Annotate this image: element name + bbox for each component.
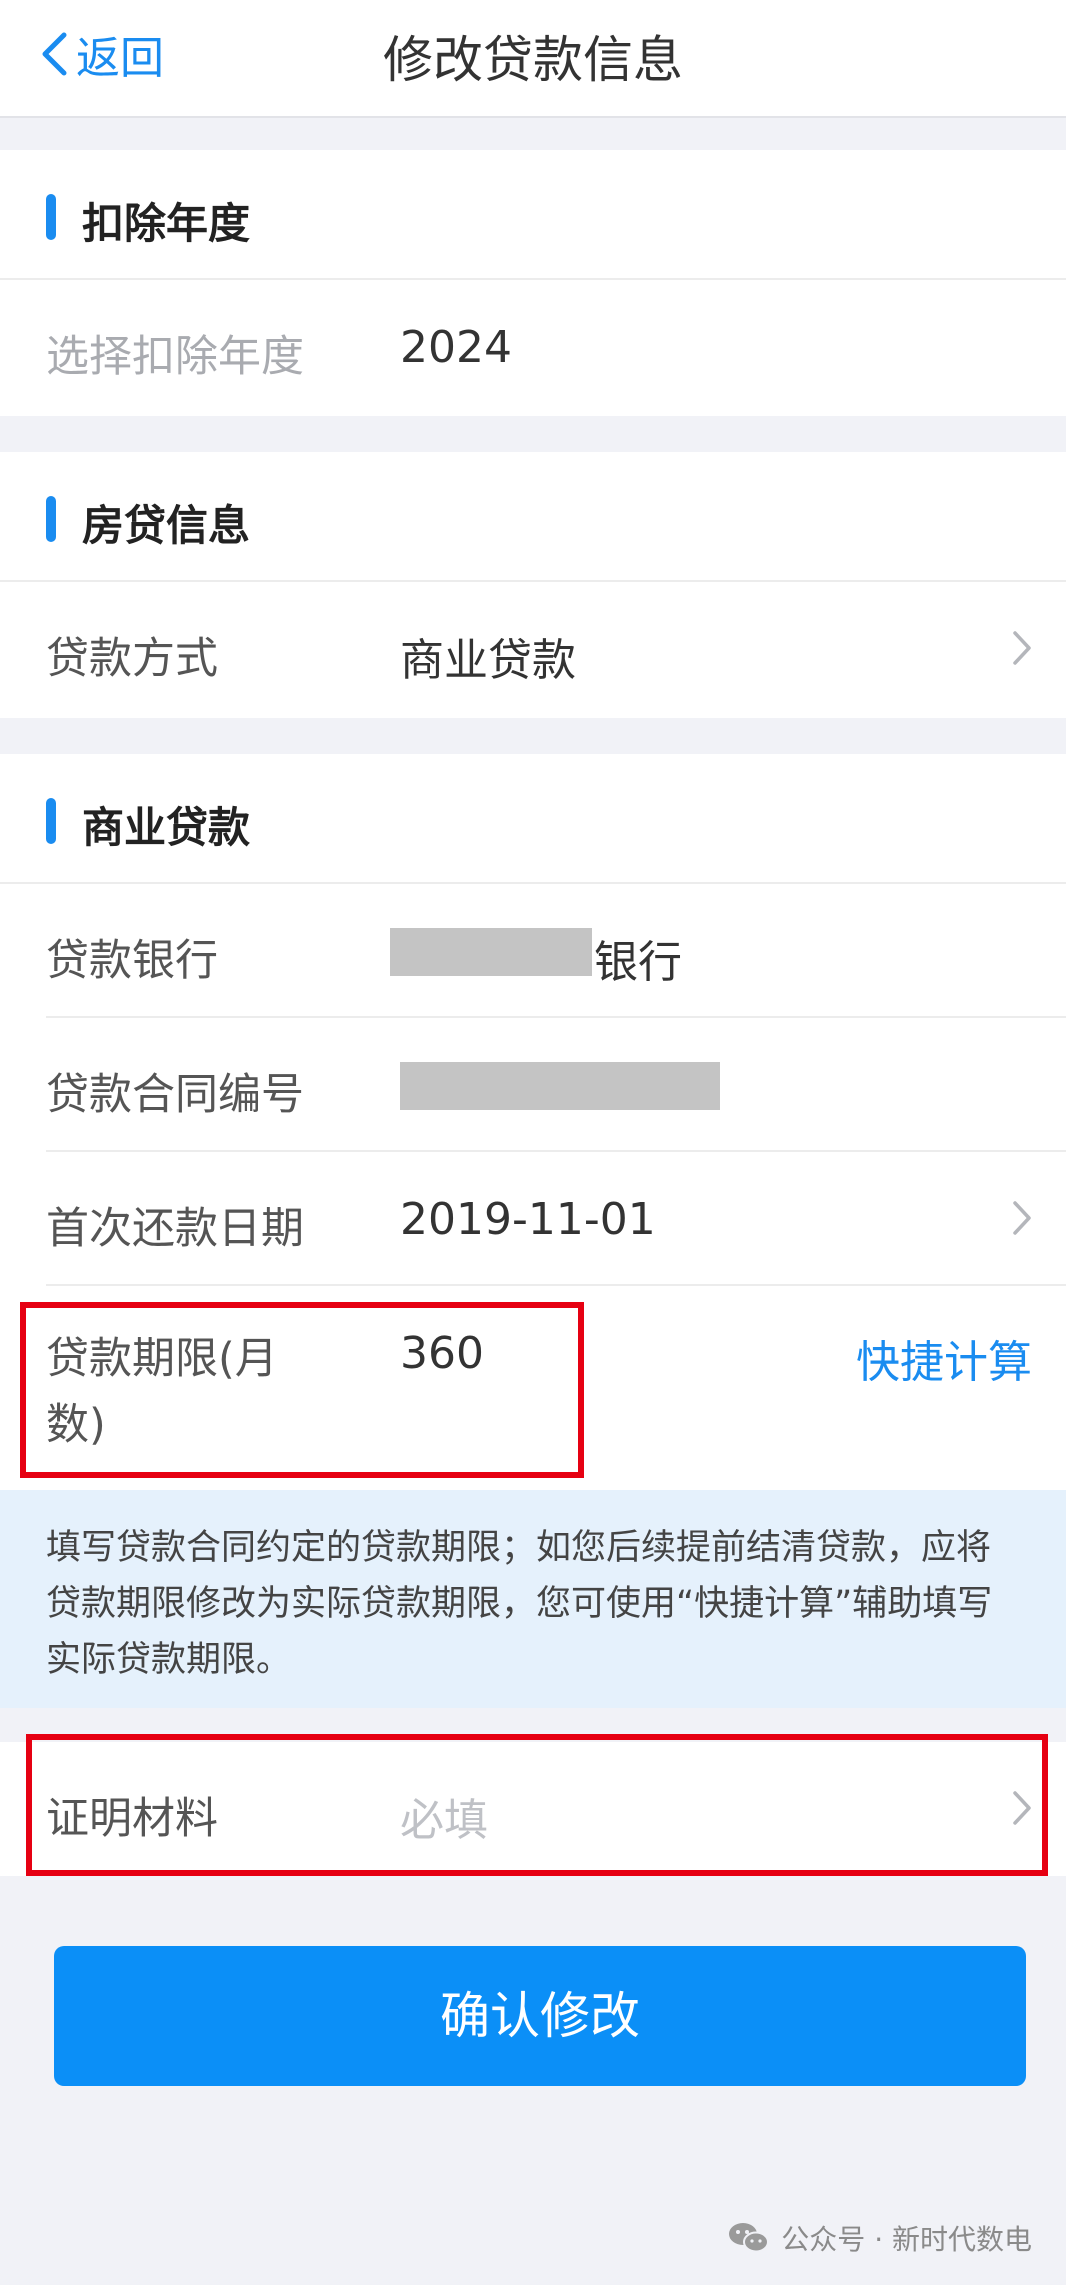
loan-type-label: 贷款方式 (46, 634, 218, 684)
section-title: 商业贷款 (82, 803, 251, 852)
section-accent-bar (46, 798, 56, 844)
footer-watermark: 公众号 · 新时代数电 (727, 2218, 1032, 2258)
hint-text: 填写贷款合同约定的贷款期限；如您后续提前结清贷款，应将贷款期限修改为实际贷款期限… (46, 1528, 993, 1680)
confirm-modify-button[interactable]: 确认修改 (54, 1946, 1026, 2086)
wechat-icon (727, 2220, 781, 2256)
section-header-commercial-loan: 商业贷款 (0, 754, 1066, 884)
watermark-text: 公众号 · 新时代数电 (781, 2223, 1032, 2256)
chevron-right-icon (1012, 1200, 1032, 1236)
redacted-bank-name (390, 928, 592, 976)
section-accent-bar (46, 194, 56, 240)
loan-bank-row[interactable]: 贷款银行 银行 (0, 884, 1066, 1018)
loan-bank-value: 银行 (594, 937, 682, 988)
navigation-bar: 返回 修改贷款信息 (0, 0, 1066, 118)
section-header-mortgage-info: 房贷信息 (0, 452, 1066, 582)
loan-term-highlight-box (20, 1302, 584, 1478)
section-accent-bar (46, 496, 56, 542)
deduction-year-row[interactable]: 选择扣除年度 2024 (0, 280, 1066, 414)
section-title: 扣除年度 (82, 199, 251, 248)
mortgage-info-card: 房贷信息 贷款方式 商业贷款 (0, 452, 1066, 718)
loan-term-hint: 填写贷款合同约定的贷款期限；如您后续提前结清贷款，应将贷款期限修改为实际贷款期限… (0, 1490, 1066, 1708)
deduction-year-card: 扣除年度 选择扣除年度 2024 (0, 150, 1066, 416)
quick-calc-link[interactable]: 快捷计算 (856, 1326, 1032, 1390)
loan-contract-label: 贷款合同编号 (46, 1070, 304, 1120)
proof-materials-highlight-box (26, 1734, 1048, 1876)
loan-contract-row[interactable]: 贷款合同编号 (0, 1018, 1066, 1152)
redacted-contract-number (400, 1062, 720, 1110)
loan-type-row[interactable]: 贷款方式 商业贷款 (0, 582, 1066, 716)
section-header-deduction-year: 扣除年度 (0, 150, 1066, 280)
deduction-year-label: 选择扣除年度 (46, 332, 304, 382)
first-repayment-label: 首次还款日期 (46, 1204, 304, 1254)
first-repayment-row[interactable]: 首次还款日期 2019-11-01 (0, 1152, 1066, 1286)
chevron-right-icon (1012, 630, 1032, 666)
loan-type-value: 商业贷款 (400, 635, 576, 686)
loan-bank-label: 贷款银行 (46, 936, 218, 986)
section-title: 房贷信息 (82, 501, 251, 550)
page-title: 修改贷款信息 (383, 31, 683, 89)
first-repayment-value: 2019-11-01 (400, 1194, 656, 1245)
deduction-year-value: 2024 (400, 322, 512, 373)
